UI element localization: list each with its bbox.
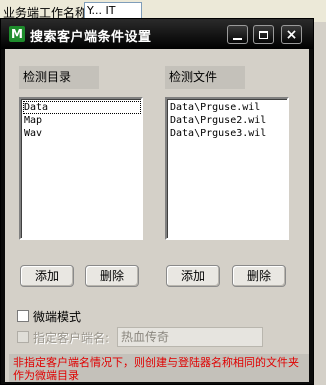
list-item[interactable]: Map <box>23 114 141 127</box>
list-item[interactable]: Wav <box>23 127 141 140</box>
minimize-button[interactable] <box>227 25 248 44</box>
list-item[interactable]: Data\Prguse.wil <box>169 101 287 114</box>
maximize-button[interactable] <box>253 25 274 44</box>
window-title: 搜索客户端条件设置 <box>30 30 152 45</box>
dialog-client-area: 检测目录 检测文件 Data Map Wav Data\Prguse.wil D… <box>5 49 309 382</box>
files-listbox[interactable]: Data\Prguse.wil Data\Prguse2.wil Data\Pr… <box>165 97 289 240</box>
delete-file-button[interactable]: 删除 <box>232 265 286 287</box>
settings-dialog: M 搜索客户端条件设置 × 检测目录 检测文件 Data Map Wav Dat… <box>0 18 314 385</box>
client-name-input[interactable]: 热血传奇 <box>117 327 263 347</box>
notice-text: 非指定客户端名情况下，则创建与登陆器名称相同的文件夹作为微端目录 <box>9 354 309 382</box>
dirs-group-label: 检测目录 <box>19 66 99 89</box>
close-button[interactable]: × <box>281 25 302 44</box>
client-name-checkbox[interactable] <box>17 331 29 343</box>
list-item[interactable]: Data <box>23 101 141 114</box>
title-bar[interactable]: M 搜索客户端条件设置 × <box>1 19 313 49</box>
micro-mode-label: 微端模式 <box>33 310 82 324</box>
dirs-listbox[interactable]: Data Map Wav <box>19 97 143 240</box>
list-item[interactable]: Data\Prguse3.wil <box>169 127 287 140</box>
files-group-label: 检测文件 <box>165 66 245 89</box>
app-icon: M <box>9 26 25 42</box>
delete-dir-button[interactable]: 删除 <box>85 265 139 287</box>
close-icon: × <box>285 26 298 43</box>
add-file-button[interactable]: 添加 <box>166 265 220 287</box>
maximize-icon <box>259 30 268 39</box>
client-name-label: 指定客户端名: <box>33 331 110 345</box>
add-dir-button[interactable]: 添加 <box>20 265 74 287</box>
list-item[interactable]: Data\Prguse2.wil <box>169 114 287 127</box>
micro-mode-checkbox[interactable] <box>17 310 29 322</box>
minimize-icon <box>233 37 242 40</box>
